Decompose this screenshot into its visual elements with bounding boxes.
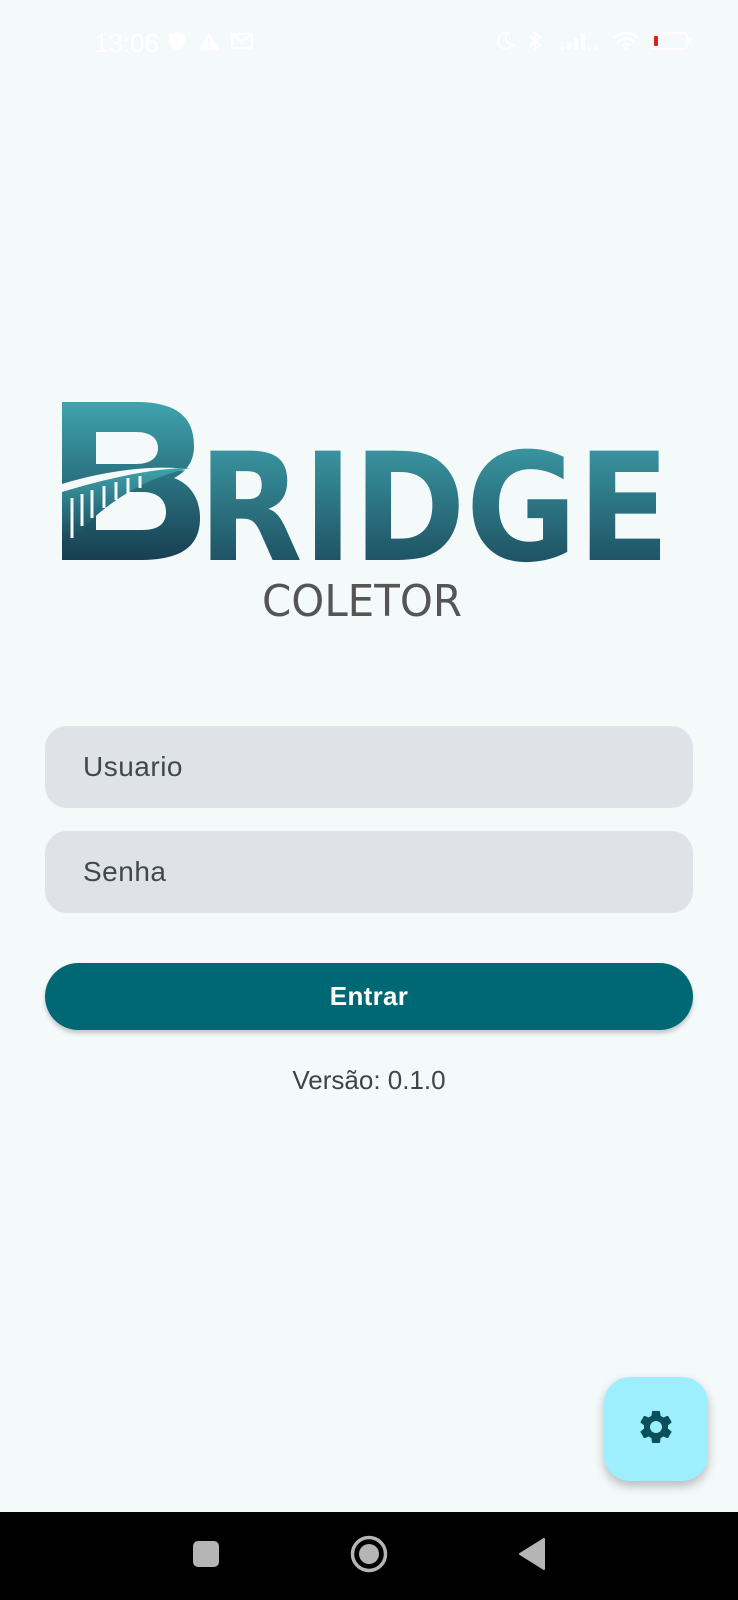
- gear-icon: [636, 1407, 676, 1452]
- app-logo: RIDGE COLETOR: [58, 398, 678, 638]
- battery-level: [654, 36, 658, 46]
- password-input[interactable]: [81, 855, 657, 889]
- signal-icon: [558, 30, 602, 52]
- status-left-icons: [166, 30, 254, 52]
- status-right-icons: [494, 30, 691, 52]
- bridge-b-mark: [62, 402, 200, 560]
- back-triangle-icon: [517, 1537, 547, 1576]
- system-nav-bar: [0, 1512, 738, 1600]
- wifi-icon: [612, 30, 640, 52]
- status-bar: 13:06: [0, 0, 738, 86]
- moon-icon: [494, 30, 516, 52]
- square-icon: [192, 1540, 220, 1573]
- username-field[interactable]: [45, 726, 693, 808]
- logo-title: RIDGE: [198, 422, 670, 596]
- home-circle-icon: [349, 1534, 389, 1579]
- warning-icon: [198, 30, 220, 52]
- battery-icon: [650, 32, 691, 50]
- bluetooth-icon: [526, 30, 548, 52]
- shield-icon: [166, 30, 188, 52]
- password-field[interactable]: [45, 831, 693, 913]
- recents-button[interactable]: [176, 1512, 236, 1600]
- version-label: Versão: 0.1.0: [292, 1065, 446, 1095]
- status-time: 13:06: [94, 28, 160, 58]
- logo-subtitle: COLETOR: [262, 576, 462, 627]
- username-input[interactable]: [81, 750, 657, 784]
- back-button[interactable]: [502, 1512, 562, 1600]
- settings-button[interactable]: [604, 1377, 708, 1481]
- mail-icon: [230, 30, 254, 52]
- home-button[interactable]: [339, 1512, 399, 1600]
- login-button[interactable]: Entrar: [45, 963, 693, 1030]
